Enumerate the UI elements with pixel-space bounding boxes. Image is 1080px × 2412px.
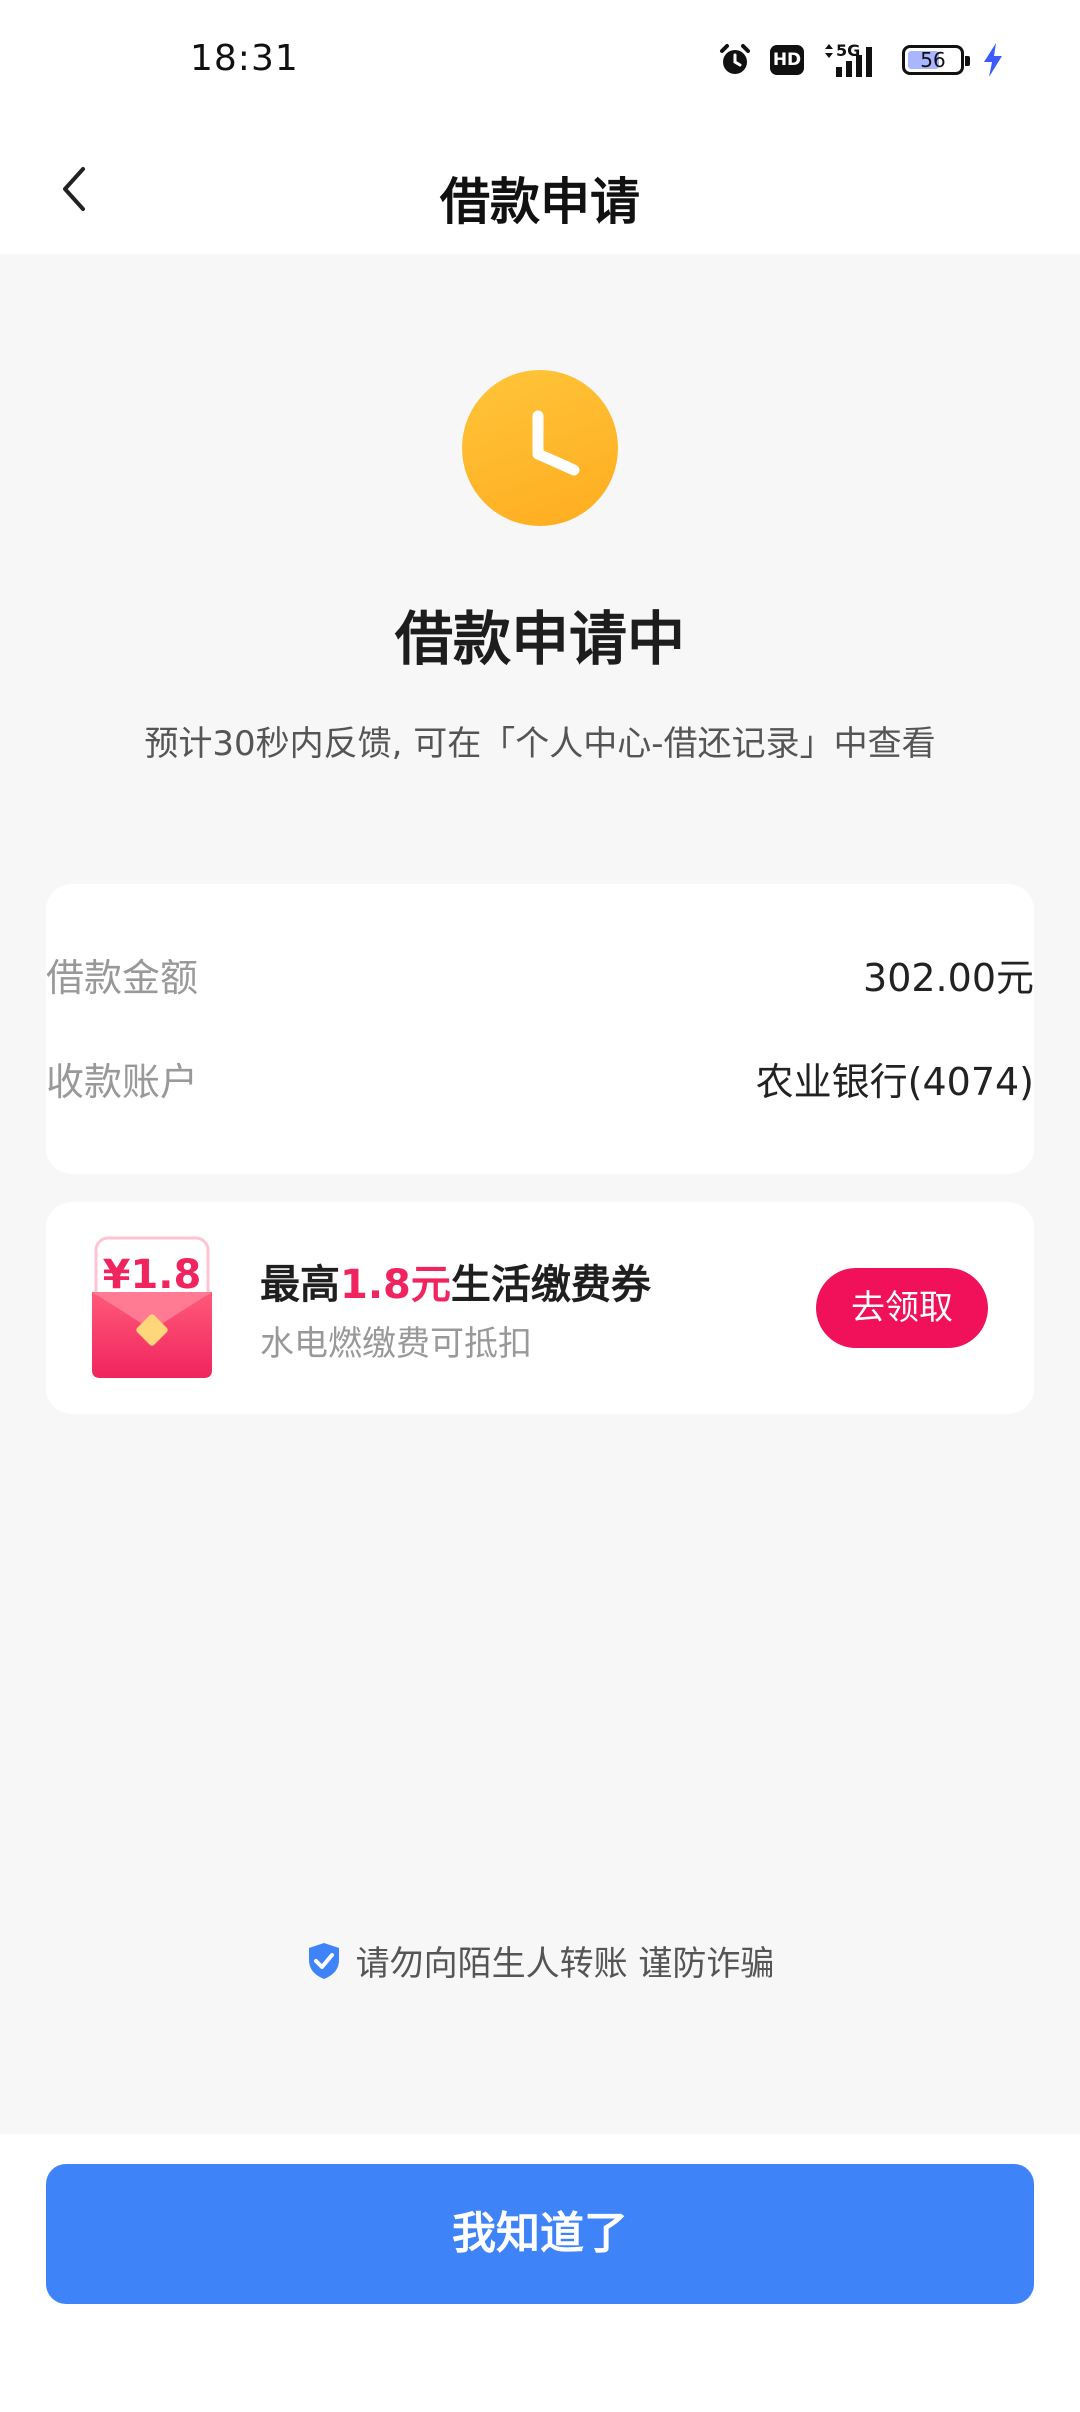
coupon-title: 最高1.8元生活缴费券 xyxy=(260,1252,651,1310)
status-time: 18:31 xyxy=(190,38,299,79)
page-title: 借款申请 xyxy=(440,173,640,231)
receiving-account-row: 收款账户 农业银行(4074) xyxy=(46,1048,1034,1108)
status-description: 预计30秒内反馈, 可在「个人中心-借还记录」中查看 xyxy=(144,724,936,764)
loan-amount-value: 302.00元 xyxy=(863,955,1034,1000)
shield-check-icon xyxy=(308,1942,339,1979)
status-title: 借款申请中 xyxy=(394,605,685,673)
charging-icon xyxy=(982,42,1004,78)
loan-info-card xyxy=(46,884,1034,1174)
coupon-subtitle: 水电燃缴费可抵扣 xyxy=(260,1324,532,1364)
confirm-button[interactable]: 我知道了 xyxy=(46,2164,1034,2304)
svg-text:¥1.8: ¥1.8 xyxy=(103,1252,202,1298)
status-icons: HD 5G 56 xyxy=(718,40,1004,80)
coupon-card[interactable]: ¥1.8 最高1.8元生活缴费券 水电燃缴费可抵扣 去领取 xyxy=(46,1202,1034,1414)
nav-bar: 借款申请 xyxy=(0,124,1080,254)
red-envelope-icon: ¥1.8 xyxy=(90,1234,214,1380)
fraud-warning: 请勿向陌生人转账 谨防诈骗 xyxy=(0,1936,1080,1985)
coupon-title-suffix: 生活缴费券 xyxy=(450,1262,651,1308)
claim-coupon-button[interactable]: 去领取 xyxy=(816,1268,988,1348)
coupon-title-prefix: 最高 xyxy=(260,1262,340,1308)
status-bar: 18:31 HD 5G 56 xyxy=(0,0,1080,124)
5g-signal-icon: 5G xyxy=(822,41,884,79)
hd-icon: HD xyxy=(770,45,804,75)
battery-level: 56 xyxy=(920,48,946,72)
coupon-title-amount: 1.8元 xyxy=(340,1262,451,1308)
receiving-account-value: 农业银行(4074) xyxy=(755,1059,1034,1104)
loan-amount-label: 借款金额 xyxy=(46,955,199,1000)
receiving-account-label: 收款账户 xyxy=(46,1059,199,1104)
battery-icon: 56 xyxy=(902,45,970,75)
clock-icon xyxy=(462,370,618,526)
fraud-warning-text: 请勿向陌生人转账 谨防诈骗 xyxy=(355,1944,775,1984)
loan-amount-row: 借款金额 302.00元 xyxy=(46,944,1034,1004)
alarm-icon xyxy=(718,43,752,77)
